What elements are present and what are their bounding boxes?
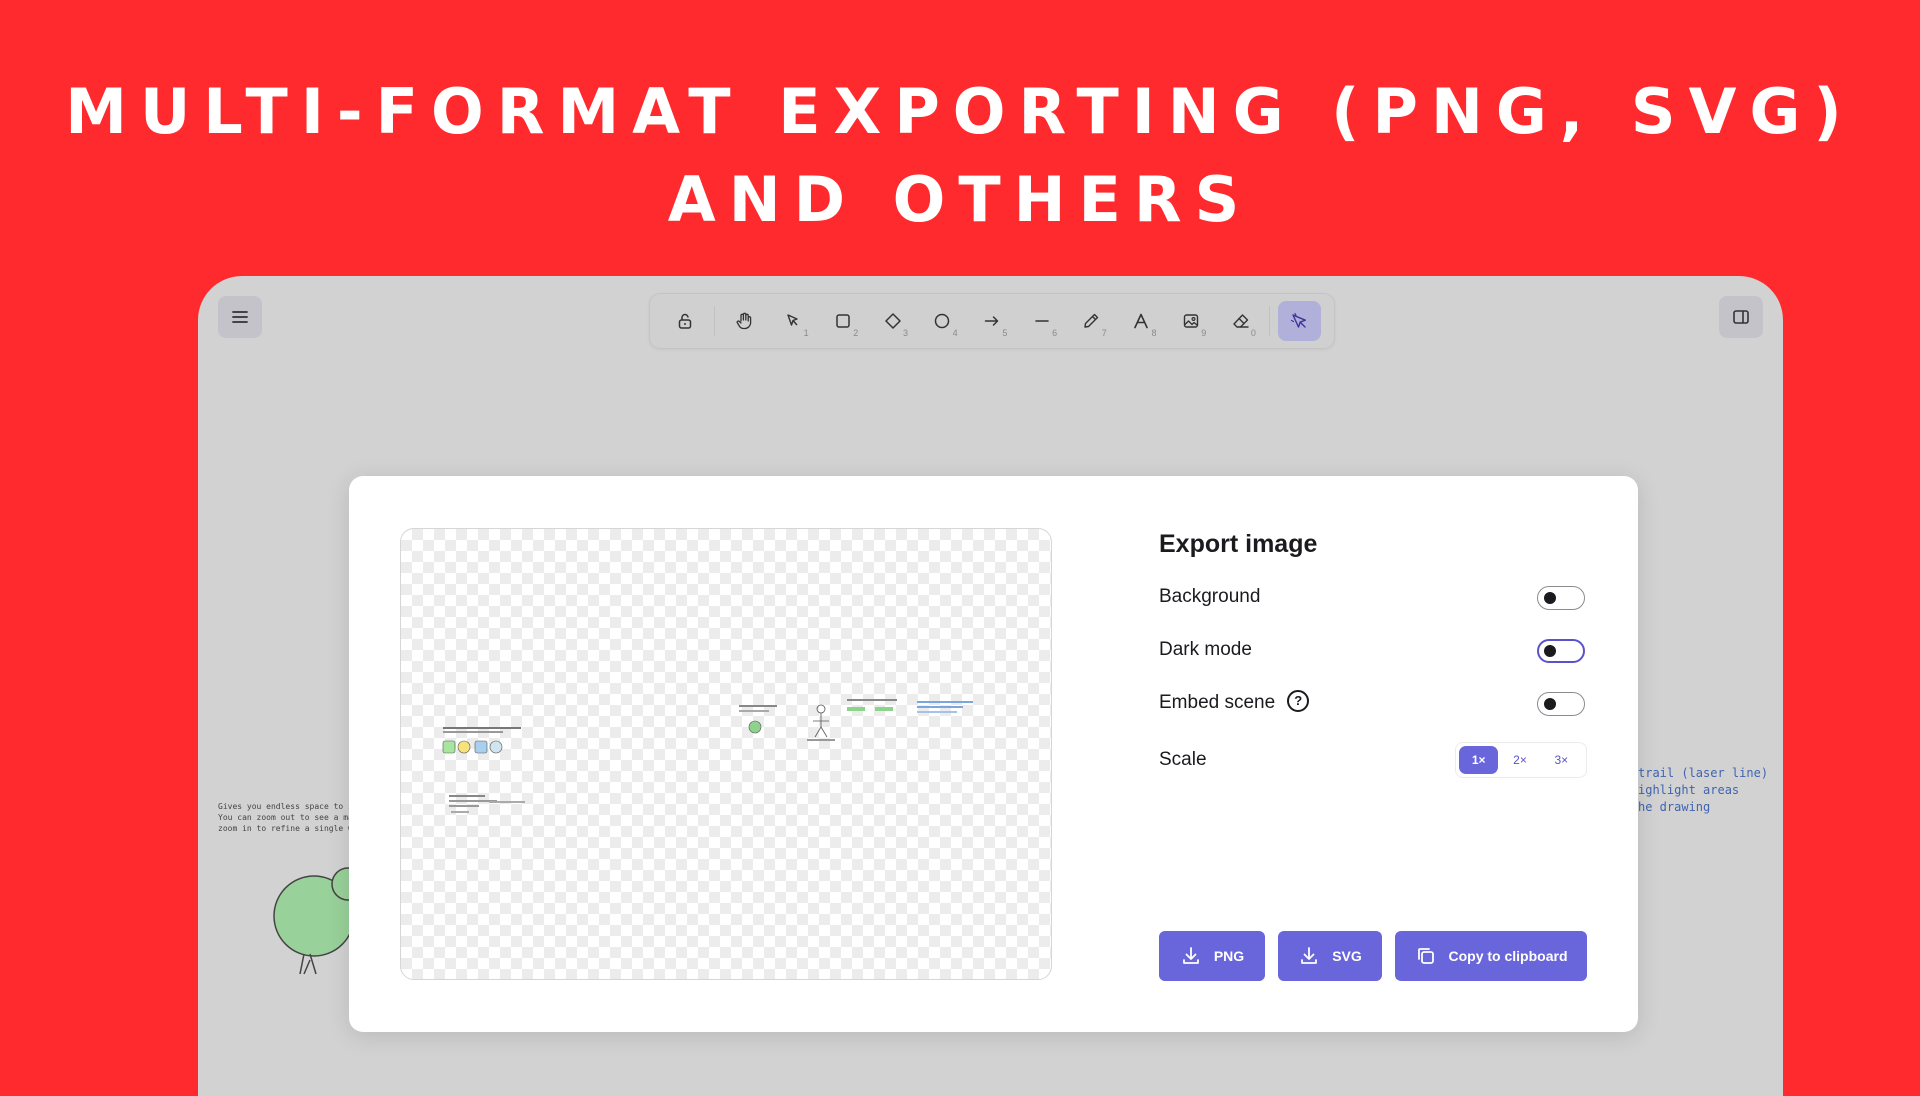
export-svg-button[interactable]: SVG (1278, 931, 1382, 981)
arrow-icon (984, 316, 999, 326)
draw-tool-button[interactable]: 7 (1070, 301, 1113, 341)
copy-to-clipboard-button[interactable]: Copy to clipboard (1395, 931, 1587, 981)
background-toggle[interactable] (1537, 586, 1585, 610)
text-tool-button[interactable]: 8 (1120, 301, 1163, 341)
lock-tool-button[interactable] (664, 301, 707, 341)
embed-scene-row: Embed scene? (1159, 690, 1310, 714)
main-menu-button[interactable] (218, 296, 262, 338)
rectangle-tool-button[interactable]: 2 (822, 301, 865, 341)
download-icon (1301, 947, 1318, 964)
pencil-icon (1084, 313, 1099, 328)
line-icon (1034, 320, 1049, 322)
dialog-title: Export image (1159, 530, 1318, 558)
help-icon[interactable]: ? (1287, 690, 1310, 712)
shortcut-key: 5 (1002, 328, 1008, 338)
arrow-tool-button[interactable]: 5 (971, 301, 1014, 341)
dark-mode-label: Dark mode (1159, 639, 1252, 660)
tools-toolbar: 1 2 3 4 5 6 7 8 9 0 (650, 294, 1334, 348)
laser-pointer-tool-button[interactable] (1277, 301, 1321, 341)
toggle-knob (1544, 698, 1556, 710)
image-tool-button[interactable]: 9 (1170, 301, 1213, 341)
scale-label: Scale (1159, 749, 1207, 770)
rectangle-icon (836, 314, 850, 328)
export-image-dialog: Export image Background Dark mode Embed … (349, 476, 1638, 1032)
line-tool-button[interactable]: 6 (1020, 301, 1063, 341)
toolbar-divider (1269, 306, 1271, 336)
shortcut-key: 3 (902, 328, 908, 338)
scale-option-3x[interactable]: 3× (1542, 746, 1581, 774)
diamond-icon (884, 313, 901, 329)
scale-option-1x[interactable]: 1× (1459, 746, 1499, 774)
toggle-knob (1544, 645, 1556, 657)
scale-selector: 1× 2× 3× (1455, 742, 1587, 778)
shortcut-key: 7 (1101, 328, 1107, 338)
eraser-tool-button[interactable]: 0 (1219, 301, 1262, 341)
export-svg-label: SVG (1332, 948, 1362, 964)
library-sidebar-button[interactable] (1719, 296, 1763, 338)
export-preview (400, 528, 1052, 980)
selection-tool-button[interactable]: 1 (772, 301, 815, 341)
app-window: 1 2 3 4 5 6 7 8 9 0 Gives you endless sp… (198, 276, 1783, 1096)
text-icon (1134, 313, 1148, 329)
diamond-tool-button[interactable]: 3 (871, 301, 914, 341)
hand-tool-button[interactable] (722, 301, 765, 341)
export-png-label: PNG (1213, 948, 1245, 964)
headline-line-2: AND OTHERS (667, 163, 1253, 236)
unlock-icon (678, 313, 692, 329)
image-icon (1183, 314, 1199, 328)
hamburger-icon (232, 311, 248, 323)
shortcut-key: 9 (1201, 328, 1207, 338)
download-icon (1182, 947, 1199, 964)
shortcut-key: 8 (1151, 328, 1157, 338)
thumbnail-sketch-left (442, 727, 525, 813)
dark-mode-toggle[interactable] (1537, 639, 1585, 663)
embed-scene-label: Embed scene (1159, 692, 1276, 714)
embed-scene-toggle[interactable] (1537, 692, 1585, 716)
shortcut-key: 2 (853, 328, 859, 338)
sidebar-icon (1733, 310, 1749, 324)
headline: MULTI-FORMAT EXPORTING (PNG, SVG) AND OT… (0, 68, 1920, 244)
hand-icon (736, 312, 751, 330)
scene-thumbnail (442, 699, 973, 813)
scale-option-2x[interactable]: 2× (1500, 746, 1539, 774)
shortcut-key: 6 (1052, 328, 1058, 338)
headline-line-1: MULTI-FORMAT EXPORTING (PNG, SVG) (65, 75, 1855, 148)
background-label: Background (1159, 586, 1261, 607)
eraser-icon (1232, 314, 1249, 328)
shortcut-key: 0 (1250, 328, 1256, 338)
toolbar-divider (713, 306, 715, 336)
shortcut-key: 1 (803, 328, 809, 338)
toggle-knob (1544, 592, 1556, 604)
canvas-text-note-right: trail (laser line) ighlight areas he dra… (1638, 766, 1769, 814)
shortcut-key: 4 (952, 328, 958, 338)
thumbnail-sketch-right (739, 699, 973, 741)
ellipse-tool-button[interactable]: 4 (921, 301, 964, 341)
export-png-button[interactable]: PNG (1159, 931, 1265, 981)
copy-icon (1417, 948, 1434, 964)
copy-to-clipboard-label: Copy to clipboard (1448, 948, 1568, 964)
laser-pointer-icon (1291, 312, 1307, 328)
pointer-icon (787, 314, 798, 326)
circle-icon (935, 313, 950, 329)
